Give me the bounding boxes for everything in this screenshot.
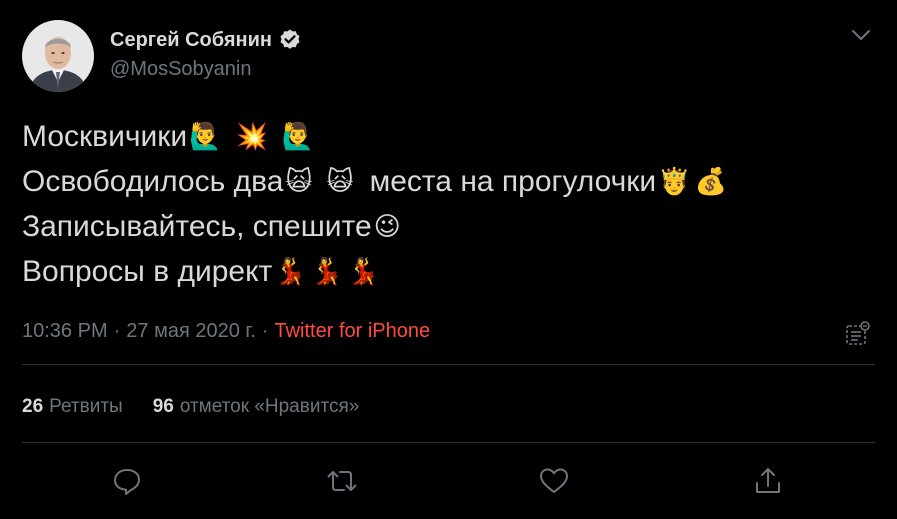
chevron-down-icon[interactable] xyxy=(849,26,873,44)
heart-icon xyxy=(540,468,568,493)
tweet-line: Записывайтесь, спешите 😉 xyxy=(22,204,729,249)
verified-badge-icon xyxy=(280,29,300,49)
reply-icon xyxy=(114,469,140,495)
tweet: Сергей Собянин @MosSobyanin Москвичики 🙋… xyxy=(0,0,897,519)
tweet-line-text: Освободилось два xyxy=(22,165,284,198)
retweet-icon xyxy=(327,471,357,491)
analytics-icon[interactable] xyxy=(844,320,872,348)
meta-separator: · xyxy=(261,320,269,342)
retweets-stat[interactable]: 26 Ретвиты xyxy=(22,396,123,418)
screaming-cat-emoji: 🙀 xyxy=(326,166,354,197)
collision-emoji: 💥 xyxy=(235,121,268,152)
raising-hand-emoji: 🙋‍♂️ xyxy=(189,121,222,152)
tweet-line-text: места на прогулочки xyxy=(369,165,657,198)
author-handle[interactable]: @MosSobyanin xyxy=(110,58,251,81)
dancer-emoji: 💃 xyxy=(310,256,344,287)
avatar[interactable] xyxy=(22,20,94,92)
money-bag-emoji: 💰 xyxy=(694,166,727,197)
tweet-stats: 26 Ретвиты 96 отметок «Нравится» xyxy=(22,396,359,418)
retweets-label: Ретвиты xyxy=(49,396,123,417)
tweet-line-text: Вопросы в директ xyxy=(22,255,273,288)
tweet-line-text: Москвичики xyxy=(22,120,188,153)
divider xyxy=(22,364,875,365)
author-name[interactable]: Сергей Собянин xyxy=(110,29,272,52)
tweet-line: Вопросы в директ 💃 💃 💃 xyxy=(22,249,729,294)
retweets-count: 26 xyxy=(22,396,44,417)
like-button[interactable] xyxy=(537,464,571,498)
screaming-cat-emoji: 🙀 xyxy=(285,166,313,197)
likes-stat[interactable]: 96 отметок «Нравится» xyxy=(153,396,360,418)
dancer-emoji: 💃 xyxy=(347,256,380,287)
share-icon xyxy=(756,468,780,493)
retweet-button[interactable] xyxy=(325,464,359,498)
share-button[interactable] xyxy=(751,464,785,498)
tweet-date[interactable]: 27 мая 2020 г. xyxy=(126,320,256,343)
divider xyxy=(22,442,875,443)
tweet-line: Москвичики 🙋‍♂️ 💥 🙋‍♂️ xyxy=(22,114,729,159)
tweet-meta: 10:36 PM · 27 мая 2020 г. · Twitter for … xyxy=(22,320,430,343)
raising-hand-emoji: 🙋‍♂️ xyxy=(281,121,315,152)
likes-label: отметок «Нравится» xyxy=(179,396,360,417)
meta-separator: · xyxy=(113,320,121,342)
action-bar xyxy=(0,464,897,500)
winking-face-emoji: 😉 xyxy=(373,211,401,242)
tweet-time[interactable]: 10:36 PM xyxy=(22,320,108,343)
tweet-text: Москвичики 🙋‍♂️ 💥 🙋‍♂️ Освободилось два … xyxy=(22,114,729,294)
reply-button[interactable] xyxy=(110,464,144,498)
dancer-emoji: 💃 xyxy=(274,256,307,287)
prince-emoji: 🤴 xyxy=(658,166,691,197)
tweet-line: Освободилось два 🙀 🙀 места на прогулочки… xyxy=(22,159,729,204)
author-name-row[interactable]: Сергей Собянин xyxy=(110,28,302,52)
tweet-source-link[interactable]: Twitter for iPhone xyxy=(274,320,430,343)
tweet-line-text: Записывайтесь, спешите xyxy=(22,210,372,243)
likes-count: 96 xyxy=(152,396,174,417)
